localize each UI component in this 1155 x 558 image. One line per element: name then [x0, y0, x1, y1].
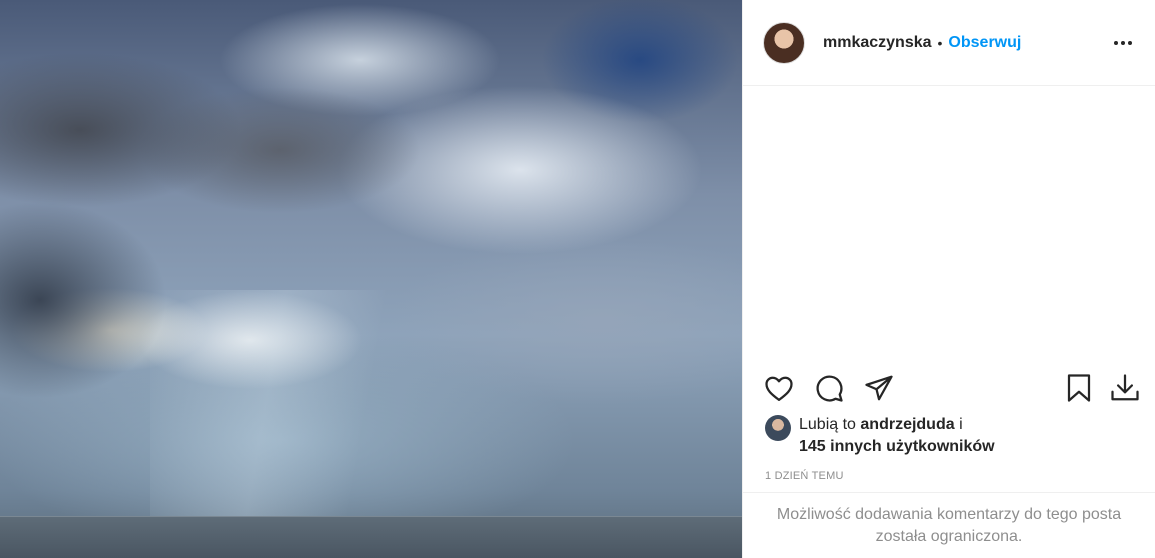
follow-button[interactable]: Obserwuj: [948, 34, 1021, 52]
post-header: mmkaczynska • Obserwuj: [743, 0, 1155, 86]
likes-count-link[interactable]: 145 innych użytkowników: [799, 438, 995, 455]
more-options-icon[interactable]: [1111, 31, 1135, 55]
post-photo[interactable]: [0, 0, 742, 558]
comment-icon[interactable]: [813, 372, 845, 404]
liker-avatar[interactable]: [765, 415, 791, 441]
comments-disabled-notice: Możliwość dodawania komentarzy do tego p…: [743, 492, 1155, 558]
username[interactable]: mmkaczynska: [823, 34, 932, 52]
separator-dot: •: [937, 34, 943, 51]
post-timestamp[interactable]: 1 DZIEŃ TEMU: [765, 470, 844, 482]
heart-icon[interactable]: [763, 372, 795, 404]
likes-summary: Lubią to andrzejduda i 145 innych użytko…: [765, 414, 1135, 458]
sun-rays: [150, 290, 450, 516]
likes-prefix: Lubią to: [799, 416, 856, 433]
download-icon[interactable]: [1109, 372, 1141, 404]
bookmark-icon[interactable]: [1063, 372, 1095, 404]
avatar[interactable]: [763, 21, 805, 64]
sea-horizon: [0, 516, 742, 558]
action-bar: [763, 370, 1141, 406]
likes-connector: i: [959, 416, 963, 433]
share-icon[interactable]: [863, 372, 895, 404]
likes-user-link[interactable]: andrzejduda: [860, 416, 954, 433]
likes-text: Lubią to andrzejduda i 145 innych użytko…: [799, 414, 995, 458]
post-sidebar: mmkaczynska • Obserwuj Lubią to andrzejd…: [742, 0, 1155, 558]
